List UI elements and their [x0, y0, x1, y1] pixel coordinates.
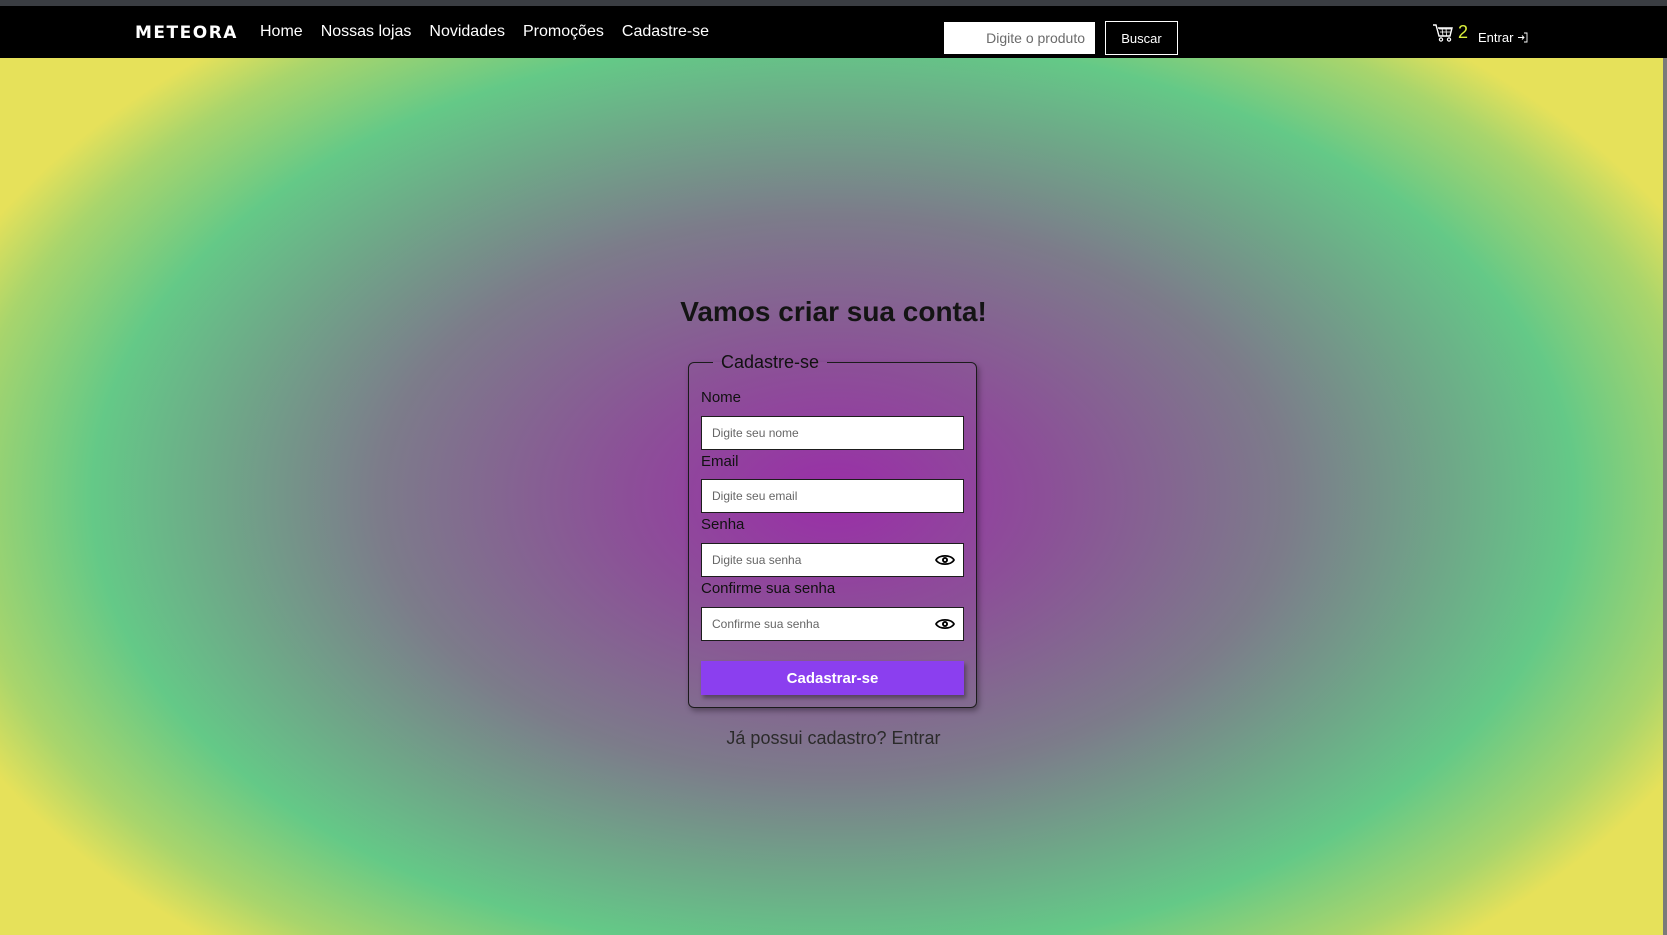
confirm-password-label: Confirme sua senha: [701, 580, 836, 597]
login-label: Entrar: [1478, 30, 1514, 45]
window-edge: [1663, 58, 1667, 935]
nav-home[interactable]: Home: [260, 23, 303, 41]
password-label: Senha: [701, 516, 745, 533]
login-link-bottom[interactable]: Entrar: [892, 728, 941, 748]
login-link[interactable]: Entrar: [1478, 30, 1528, 45]
name-input[interactable]: [701, 416, 964, 450]
name-label: Nome: [701, 389, 742, 406]
meteora-logo[interactable]: METEORA: [135, 23, 238, 43]
already-registered-text: Já possui cadastro? Entrar: [0, 728, 1667, 749]
nav-cadastre-se[interactable]: Cadastre-se: [622, 23, 709, 41]
nav-novidades[interactable]: Novidades: [429, 23, 505, 41]
nav-nossas-lojas[interactable]: Nossas lojas: [321, 23, 412, 41]
signup-submit-button[interactable]: Cadastrar-se: [701, 661, 964, 695]
already-registered-question: Já possui cadastro?: [726, 728, 887, 748]
logo-text: METEORA: [135, 23, 238, 43]
nav-promocoes[interactable]: Promoções: [523, 23, 604, 41]
email-label: Email: [701, 453, 739, 470]
product-search-input[interactable]: [944, 22, 1095, 54]
main-nav: Home Nossas lojas Novidades Promoções Ca…: [260, 23, 709, 41]
navbar: METEORA Home Nossas lojas Novidades Prom…: [0, 6, 1667, 58]
confirm-password-input[interactable]: [701, 607, 964, 641]
login-icon: [1518, 32, 1528, 43]
search-button[interactable]: Buscar: [1105, 21, 1178, 55]
email-input[interactable]: [701, 479, 964, 513]
cart-icon: [1433, 23, 1453, 42]
cart-count-badge: 2: [1458, 22, 1469, 42]
form-legend: Cadastre-se: [721, 352, 820, 372]
page-title: Vamos criar sua conta!: [680, 296, 987, 327]
eye-icon[interactable]: [935, 553, 955, 567]
cart-button[interactable]: 2: [1432, 22, 1468, 43]
password-input[interactable]: [701, 543, 964, 577]
eye-icon[interactable]: [935, 617, 955, 631]
